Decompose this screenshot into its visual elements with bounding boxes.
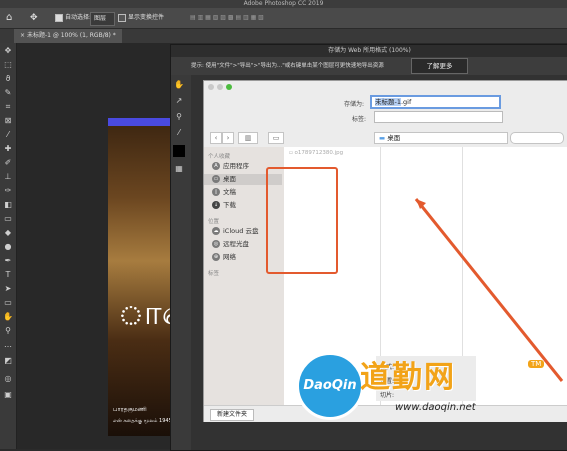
auto-select-target-dropdown[interactable]: 图层	[90, 12, 116, 26]
close-icon[interactable]: ×	[20, 32, 27, 39]
dialog-tools: ✋ ↗ ⚲ ⁄ ▦	[171, 75, 191, 450]
crop-tool-icon[interactable]: ⌗	[2, 101, 14, 113]
marquee-tool-icon[interactable]: ⬚	[2, 59, 14, 71]
hand-tool-icon[interactable]: ✋	[173, 79, 185, 91]
app-title-bar: Adobe Photoshop CC 2019	[0, 0, 567, 8]
pen-tool-icon[interactable]: ✒	[2, 255, 14, 267]
lasso-tool-icon[interactable]: ϑ	[2, 73, 14, 85]
document-tab[interactable]: × 未标题-1 @ 100% (1, RGB/8) *	[14, 29, 122, 43]
zoom-tool-icon[interactable]: ⚲	[173, 111, 185, 123]
eraser-tool-icon[interactable]: ◧	[2, 199, 14, 211]
document-tab-label: 未标题-1 @ 100% (1, RGB/8) *	[26, 32, 116, 39]
toggle-slices-icon[interactable]: ▦	[173, 163, 185, 175]
healing-brush-tool-icon[interactable]: ✚	[2, 143, 14, 155]
type-tool-icon[interactable]: T	[2, 269, 14, 281]
checkbox-checked-icon	[55, 13, 63, 22]
watermark-brand: 道勤网	[360, 360, 456, 395]
show-transform-checkbox[interactable]: 显示变换控件	[118, 12, 164, 24]
move-tool-icon[interactable]: ✥	[30, 12, 38, 24]
screen-mode-icon[interactable]: ▣	[2, 389, 14, 401]
path-select-tool-icon[interactable]: ➤	[2, 283, 14, 295]
shape-tool-icon[interactable]: ▭	[2, 297, 14, 309]
home-icon[interactable]: ⌂	[6, 12, 12, 24]
blur-tool-icon[interactable]: ◆	[2, 227, 14, 239]
more-tools-icon[interactable]: …	[2, 339, 14, 351]
show-transform-label: 显示变换控件	[128, 14, 165, 21]
checkbox-unchecked-icon	[118, 13, 126, 22]
options-bar: ⌂ ✥ 自动选择: 图层 显示变换控件 ▤ ▥ ▦ ▧ ▨ ▩ ▤ ▥ ▦ ▧	[0, 8, 567, 29]
tip-text: 提示: 使用"文件">"导出">"导出为..."或右键单击某个图层可更快速地导出…	[191, 63, 384, 69]
eyedropper-color-icon[interactable]	[173, 145, 185, 157]
tip-bar: 提示: 使用"文件">"导出">"导出为..."或右键单击某个图层可更快速地导出…	[171, 57, 567, 75]
slice-select-tool-icon[interactable]: ↗	[173, 95, 185, 107]
tools-panel: ✥ ⬚ ϑ ✎ ⌗ ⊠ ⁄ ✚ ✐ ⊥ ✑ ◧ ▭ ◆ ● ✒ T ➤ ▭ ✋ …	[0, 43, 17, 449]
dodge-tool-icon[interactable]: ●	[2, 241, 14, 253]
quick-mask-icon[interactable]: ◎	[2, 373, 14, 385]
watermark-url: www.daoqin.net	[395, 402, 476, 413]
move-tool-icon[interactable]: ✥	[2, 45, 14, 57]
poster-line-2: என் கதைக்கு மூலம் 1945	[113, 418, 172, 424]
color-swatch-icon[interactable]: ◩	[2, 355, 14, 367]
hand-tool-icon[interactable]: ✋	[2, 311, 14, 323]
watermark-tm: TM	[528, 360, 545, 368]
history-brush-tool-icon[interactable]: ✑	[2, 185, 14, 197]
zoom-tool-icon[interactable]: ⚲	[2, 325, 14, 337]
clone-stamp-tool-icon[interactable]: ⊥	[2, 171, 14, 183]
document-tab-bar: × 未标题-1 @ 100% (1, RGB/8) *	[0, 29, 567, 43]
align-icons[interactable]: ▤ ▥ ▦ ▧ ▨ ▩ ▤ ▥ ▦ ▧	[190, 12, 264, 24]
auto-select-label: 自动选择:	[65, 14, 92, 21]
quick-select-tool-icon[interactable]: ✎	[2, 87, 14, 99]
frame-tool-icon[interactable]: ⊠	[2, 115, 14, 127]
watermark-logo: DaoQin	[296, 352, 364, 420]
brush-tool-icon[interactable]: ✐	[2, 157, 14, 169]
eyedropper-tool-icon[interactable]: ⁄	[173, 127, 185, 139]
poster-line-1: பாரதகுமணி	[113, 406, 147, 413]
auto-select-checkbox[interactable]: 自动选择:	[55, 12, 91, 24]
learn-more-button[interactable]: 了解更多	[411, 58, 468, 74]
eyedropper-tool-icon[interactable]: ⁄	[2, 129, 14, 141]
dialog-title: 存储为 Web 所用格式 (100%)	[171, 45, 567, 57]
gradient-tool-icon[interactable]: ▭	[2, 213, 14, 225]
app-title: Adobe Photoshop CC 2019	[243, 0, 324, 7]
